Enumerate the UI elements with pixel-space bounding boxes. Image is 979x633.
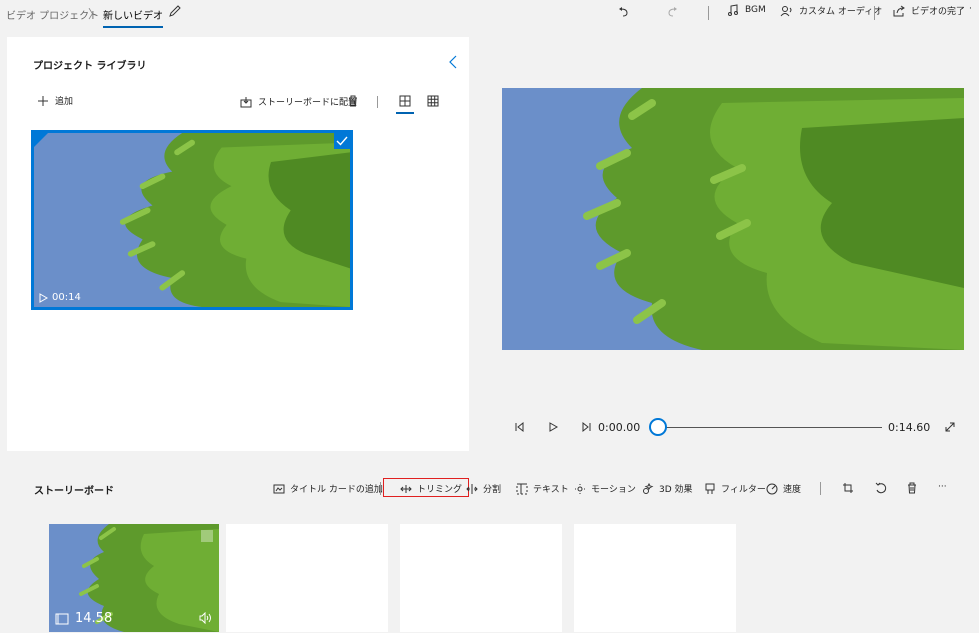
add-title-card-button[interactable]: タイトル カードの追加 <box>273 482 383 495</box>
play-icon[interactable] <box>548 421 558 433</box>
finish-video-label: ビデオの完了 <box>911 7 966 17</box>
filter-button[interactable]: フィルター <box>704 482 766 495</box>
library-clip[interactable]: 00:14 <box>31 130 353 310</box>
storyboard-card-empty[interactable] <box>226 524 388 632</box>
split-button[interactable]: 分割 <box>466 482 501 495</box>
3d-effects-button[interactable]: 3D 効果 <box>642 482 693 495</box>
trash-icon[interactable] <box>347 95 359 107</box>
storyboard-card[interactable]: 14.58 <box>49 524 219 632</box>
music-note-icon <box>728 4 738 16</box>
volume-icon[interactable] <box>199 612 213 624</box>
seek-thumb[interactable] <box>649 418 667 436</box>
trim-icon <box>400 484 412 493</box>
check-icon <box>336 136 348 146</box>
view-selected-indicator <box>396 112 414 114</box>
current-time: 0:00.00 <box>598 421 641 434</box>
place-icon <box>240 96 252 107</box>
more-options-button[interactable]: ··· <box>938 482 947 492</box>
seek-track[interactable] <box>660 427 882 428</box>
clip-duration: 00:14 <box>39 292 81 303</box>
library-title: プロジェクト ライブラリ <box>33 61 147 72</box>
project-library-panel: プロジェクト ライブラリ 追加 ストーリーボードに配置 00:14 <box>7 37 469 451</box>
more-button[interactable]: · <box>969 4 972 14</box>
previous-frame-icon[interactable] <box>514 421 524 433</box>
player-controls: 0:00.00 0:14.60 <box>512 418 962 438</box>
motion-button[interactable]: モーション <box>574 482 636 495</box>
total-time: 0:14.60 <box>888 421 931 434</box>
bgm-button[interactable]: BGM <box>727 4 766 16</box>
rotate-icon[interactable] <box>875 482 887 494</box>
split-icon <box>466 483 478 494</box>
small-grid-icon[interactable] <box>427 95 439 107</box>
tree-image <box>34 133 350 307</box>
redo-icon[interactable] <box>666 6 678 18</box>
library-divider <box>377 96 378 108</box>
speed-label: 速度 <box>783 485 802 495</box>
crop-icon[interactable] <box>842 482 854 494</box>
play-icon <box>39 292 48 303</box>
storyboard-title: ストーリーボード <box>34 486 114 497</box>
add-button[interactable]: 追加 <box>37 94 73 107</box>
storyboard-card-empty[interactable] <box>400 524 562 632</box>
filter-label: フィルター <box>721 485 766 495</box>
bgm-label: BGM <box>745 5 766 15</box>
speed-icon <box>766 483 778 494</box>
text-icon <box>516 483 528 494</box>
motion-icon <box>575 483 585 494</box>
large-grid-icon[interactable] <box>399 95 411 107</box>
title-card-icon <box>273 484 285 493</box>
storyboard-card-empty[interactable] <box>574 524 736 632</box>
card-duration-label: 14.58 <box>75 611 113 626</box>
breadcrumb-separator: 〉 <box>88 7 101 21</box>
text-label: テキスト <box>533 485 569 495</box>
fullscreen-icon[interactable] <box>944 421 956 433</box>
chevron-left-icon[interactable] <box>447 55 459 69</box>
card-thumbnail-badge <box>201 530 213 542</box>
clip-corner-marker <box>34 133 48 147</box>
audio-person-icon <box>780 5 792 16</box>
next-frame-icon[interactable] <box>582 421 592 433</box>
plus-icon <box>38 95 48 106</box>
top-bar: ビデオ プロジェクト 〉 新しいビデオ BGM カスタム オーディオ ビデオの完… <box>0 0 979 28</box>
motion-label: モーション <box>591 485 636 495</box>
video-preview[interactable] <box>502 88 964 350</box>
filter-icon <box>705 483 715 494</box>
trim-label: トリミング <box>417 485 463 495</box>
speed-button[interactable]: 速度 <box>766 482 801 495</box>
text-button[interactable]: テキスト <box>516 482 569 495</box>
add-label: 追加 <box>55 97 74 107</box>
card-duration: 14.58 <box>55 611 112 626</box>
trim-button[interactable]: トリミング <box>400 482 462 495</box>
add-title-card-label: タイトル カードの追加 <box>290 485 383 495</box>
share-icon <box>893 5 905 16</box>
place-in-storyboard-button[interactable]: ストーリーボードに配置 <box>240 95 357 108</box>
finish-video-button[interactable]: ビデオの完了 <box>893 4 965 17</box>
toolbar-divider <box>874 6 875 20</box>
clip-thumbnail <box>34 133 350 307</box>
toolbar-divider <box>708 6 709 20</box>
3d-effects-label: 3D 効果 <box>659 485 693 495</box>
clip-selected-checkbox[interactable] <box>334 133 350 149</box>
clip-duration-label: 00:14 <box>52 292 81 303</box>
breadcrumb-current[interactable]: 新しいビデオ <box>103 7 163 28</box>
preview-frame <box>502 88 964 350</box>
pencil-icon[interactable] <box>168 4 182 18</box>
3d-effects-icon <box>643 482 654 494</box>
storyboard-divider <box>380 482 381 495</box>
place-label: ストーリーボードに配置 <box>258 98 358 108</box>
custom-audio-label: カスタム オーディオ <box>799 7 883 17</box>
storyboard-divider <box>820 482 821 495</box>
film-icon <box>55 613 69 624</box>
split-label: 分割 <box>483 485 502 495</box>
custom-audio-button[interactable]: カスタム オーディオ <box>780 4 882 17</box>
trash-icon[interactable] <box>906 482 918 494</box>
undo-icon[interactable] <box>618 6 630 18</box>
breadcrumb-parent[interactable]: ビデオ プロジェクト <box>6 7 99 22</box>
